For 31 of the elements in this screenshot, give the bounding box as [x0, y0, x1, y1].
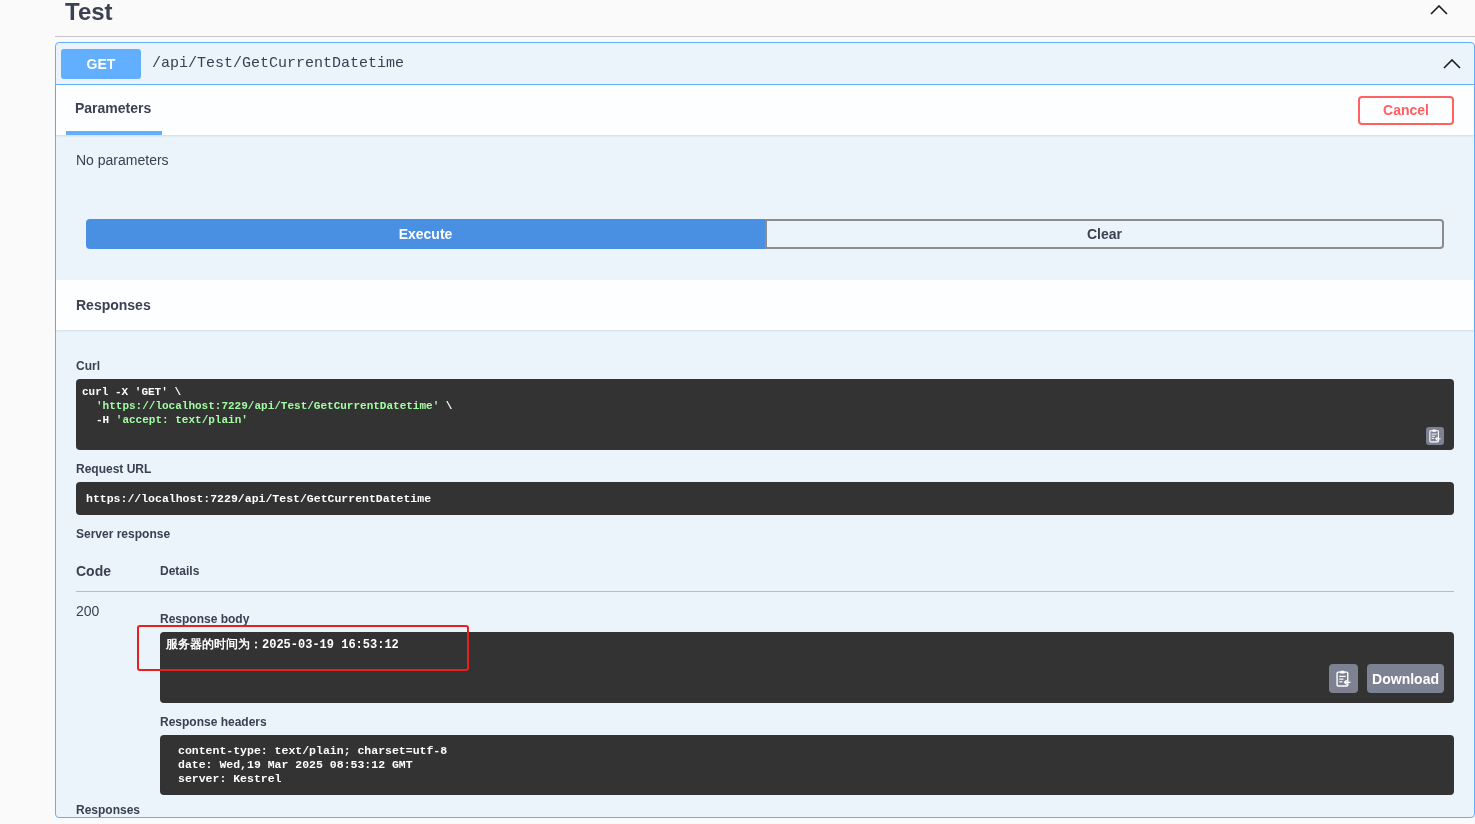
- field-label: Response body: [160, 611, 250, 627]
- method-badge: GET: [61, 48, 141, 79]
- field-label: Request URL: [76, 461, 152, 477]
- response-body-text: 服务器的时间为：2025-03-19 16:53:12: [166, 638, 399, 652]
- code-line: 'https://localhost:7229/api/Test/GetCurrentDatetime' \: [96, 399, 453, 413]
- status-code: 200: [76, 603, 100, 619]
- clipboard-icon: [1429, 429, 1441, 443]
- endpoint-path[interactable]: /api/Test/GetCurrentDatetime: [152, 55, 405, 72]
- section-title[interactable]: Test: [65, 0, 113, 24]
- clear-button[interactable]: Clear: [765, 219, 1444, 249]
- code-line: server: Kestrel: [178, 772, 282, 786]
- clipboard-icon: [1336, 669, 1352, 688]
- parameters-message: No parameters: [76, 151, 169, 170]
- column-header: Details: [160, 563, 200, 580]
- request-url: https://localhost:7229/api/Test/GetCurrentDatetime: [86, 492, 432, 505]
- code-line: curl -X 'GET' \: [82, 385, 182, 399]
- copy-button[interactable]: [1329, 664, 1359, 693]
- download-button[interactable]: Download: [1367, 664, 1444, 693]
- field-label: Server response: [76, 526, 171, 542]
- code-line: -H 'accept: text/plain': [96, 413, 248, 427]
- chevron-up-icon[interactable]: [1443, 58, 1461, 69]
- column-header: Code: [76, 562, 112, 580]
- section-heading: Responses: [76, 297, 151, 313]
- code-line: date: Wed,19 Mar 2025 08:53:12 GMT: [178, 758, 413, 772]
- field-label: Response headers: [160, 714, 267, 730]
- field-label: Responses: [76, 803, 141, 817]
- parameters-tab[interactable]: Parameters: [66, 85, 163, 135]
- copy-button[interactable]: [1426, 427, 1444, 445]
- field-label: Curl: [76, 358, 100, 374]
- code-line: content-type: text/plain; charset=utf-8: [178, 744, 448, 758]
- chevron-up-icon[interactable]: [1430, 5, 1448, 15]
